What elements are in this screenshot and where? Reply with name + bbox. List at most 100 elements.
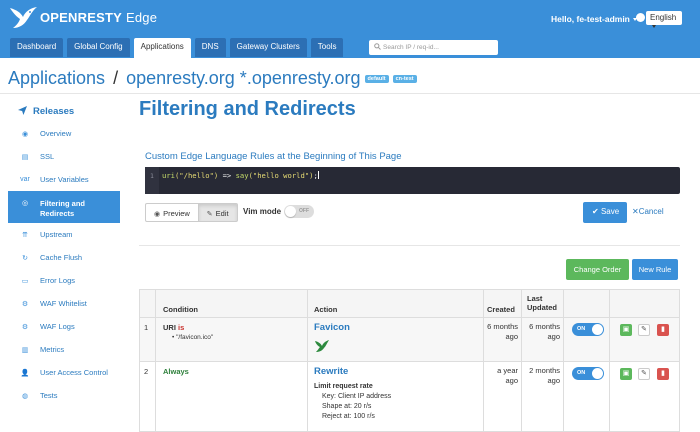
brand-logo[interactable]: OPENRESTY Edge	[8, 4, 157, 30]
lock-icon[interactable]: ▣	[620, 368, 632, 380]
sidebar-item-error-logs[interactable]: ▭ Error Logs	[8, 269, 120, 292]
breadcrumb-app-domains[interactable]: openresty.org *.openresty.org	[126, 68, 360, 88]
waf-logs-icon: ⚙	[21, 323, 29, 331]
top-navbar: OPENRESTY Edge Hello, fe-test-admin Engli…	[0, 0, 700, 58]
sidebar-header-releases[interactable]: Releases	[8, 102, 120, 122]
action-title-link[interactable]: Favicon	[314, 322, 350, 333]
updated-time: 6 months ago	[529, 322, 560, 341]
search-icon	[374, 43, 381, 50]
editor-mode-group: ◉ Preview ✎ Edit	[145, 203, 238, 222]
sidebar-item-user-variables[interactable]: var User Variables	[8, 168, 120, 191]
action-detail-title: Limit request rate	[314, 383, 373, 390]
sidebar-item-metrics[interactable]: ▥ Metrics	[8, 338, 120, 361]
search-placeholder: Search IP / req-id...	[383, 44, 439, 51]
action-detail-line: Shape at: 20 r/s	[322, 403, 372, 411]
rule-enabled-toggle[interactable]: ON	[572, 323, 604, 336]
user-menu-label: Hello, fe-test-admin	[551, 14, 630, 24]
toggle-knob	[285, 206, 296, 217]
breadcrumb-applications[interactable]: Applications	[8, 68, 105, 88]
ssl-icon: ▤	[21, 153, 29, 161]
created-time: 6 months ago	[487, 322, 518, 341]
table-header: Condition Action Created Last Updated	[139, 289, 680, 319]
edit-button[interactable]: ✎ Edit	[198, 203, 238, 222]
sidebar-item-filtering-redirects[interactable]: ◎ Filtering and Redirects	[8, 191, 120, 223]
column-divider	[521, 290, 522, 319]
sidebar-item-upstream[interactable]: ⇈ Upstream	[8, 223, 120, 246]
table-row: 1 URI is • "/favicon.ico" Favicon 6 mont…	[139, 318, 680, 362]
custom-rules-label: Custom Edge Language Rules at the Beginn…	[145, 151, 402, 162]
chevron-down-icon	[652, 25, 656, 29]
trash-icon[interactable]: ▮	[657, 324, 669, 336]
editor-line-number: 1	[145, 167, 159, 194]
badge-default: default	[364, 75, 389, 83]
cancel-link[interactable]: ✕Cancel	[632, 207, 664, 216]
editor-code-line[interactable]: uri("/hello") => say("hello world");	[162, 171, 319, 180]
rules-table: Condition Action Created Last Updated 1 …	[139, 289, 680, 432]
filter-icon: ◎	[21, 200, 29, 207]
rule-enabled-toggle[interactable]: ON	[572, 367, 604, 380]
column-divider	[155, 362, 156, 432]
column-divider	[609, 362, 610, 432]
preview-button[interactable]: ◉ Preview	[145, 203, 199, 222]
column-divider	[609, 318, 610, 362]
user-menu[interactable]: Hello, fe-test-admin	[551, 14, 637, 24]
sidebar-item-tests[interactable]: ◍ Tests	[8, 384, 120, 407]
overview-icon: ◉	[21, 130, 29, 138]
user-access-icon: 👤	[20, 369, 30, 377]
row-index: 2	[144, 367, 149, 376]
change-order-button[interactable]: Change Order	[566, 259, 629, 280]
tab-dns[interactable]: DNS	[194, 38, 226, 57]
action-title-link[interactable]: Rewrite	[314, 366, 348, 377]
breadcrumb-separator: /	[113, 68, 119, 88]
action-details: Limit request rate Key: Client IP addres…	[314, 382, 391, 423]
tab-dashboard[interactable]: Dashboard	[10, 38, 64, 57]
eye-icon: ◉	[154, 211, 161, 218]
sidebar-item-waf-logs[interactable]: ⚙ WAF Logs	[8, 315, 120, 338]
send-icon	[18, 106, 27, 115]
row-condition: URI is	[163, 323, 185, 332]
edit-icon[interactable]: ✎	[638, 368, 650, 380]
table-row: 2 Always Rewrite Limit request rate Key:…	[139, 362, 680, 432]
sidebar-item-overview[interactable]: ◉ Overview	[8, 122, 120, 145]
tab-applications[interactable]: Applications	[133, 38, 191, 58]
vim-mode-label: Vim mode	[243, 207, 282, 216]
search-input[interactable]: Search IP / req-id...	[369, 40, 498, 55]
sidebar-item-user-access-control[interactable]: 👤 User Access Control	[8, 361, 120, 384]
column-divider	[155, 318, 156, 362]
lock-icon[interactable]: ▣	[620, 324, 632, 336]
code-editor[interactable]: 1 uri("/hello") => say("hello world");	[145, 167, 680, 194]
trash-icon[interactable]: ▮	[657, 368, 669, 380]
tab-tools[interactable]: Tools	[310, 38, 344, 57]
text-cursor	[317, 171, 319, 179]
language-selected: English	[650, 13, 677, 22]
language-select[interactable]: English	[646, 11, 682, 29]
bird-logo-icon	[10, 7, 37, 28]
cache-icon: ↻	[22, 254, 28, 262]
updated-time: 2 months ago	[529, 366, 560, 385]
tab-gateway-clusters[interactable]: Gateway Clusters	[229, 38, 307, 57]
edit-icon: ✎	[206, 211, 213, 218]
edit-icon[interactable]: ✎	[638, 324, 650, 336]
tab-global-config[interactable]: Global Config	[67, 38, 130, 57]
column-divider	[563, 318, 564, 362]
action-detail-line: Reject at: 100 r/s	[322, 413, 375, 421]
vim-mode-toggle[interactable]: OFF	[284, 205, 314, 218]
new-rule-button[interactable]: New Rule	[632, 259, 678, 280]
save-button[interactable]: ✔ Save	[583, 202, 627, 223]
page-title: Filtering and Redirects	[139, 98, 356, 120]
brand-product: Edge	[125, 9, 158, 25]
metrics-icon: ▥	[21, 346, 29, 354]
column-divider	[483, 318, 484, 362]
sidebar: Releases ◉ Overview ▤ SSL var User Variable…	[8, 102, 120, 407]
column-divider	[307, 362, 308, 432]
column-divider	[521, 318, 522, 362]
favicon-bird-icon	[315, 340, 329, 352]
toggle-knob	[592, 368, 603, 379]
header-action: Action	[314, 305, 338, 314]
sidebar-item-waf-whitelist[interactable]: ⚙ WAF Whitelist	[8, 292, 120, 315]
row-condition: Always	[163, 367, 189, 376]
sidebar-item-ssl[interactable]: ▤ SSL	[8, 145, 120, 168]
main-nav-tabs: Dashboard Global Config Applications DNS…	[10, 38, 347, 58]
sidebar-item-cache-flush[interactable]: ↻ Cache Flush	[8, 246, 120, 269]
error-logs-icon: ▭	[21, 277, 29, 285]
